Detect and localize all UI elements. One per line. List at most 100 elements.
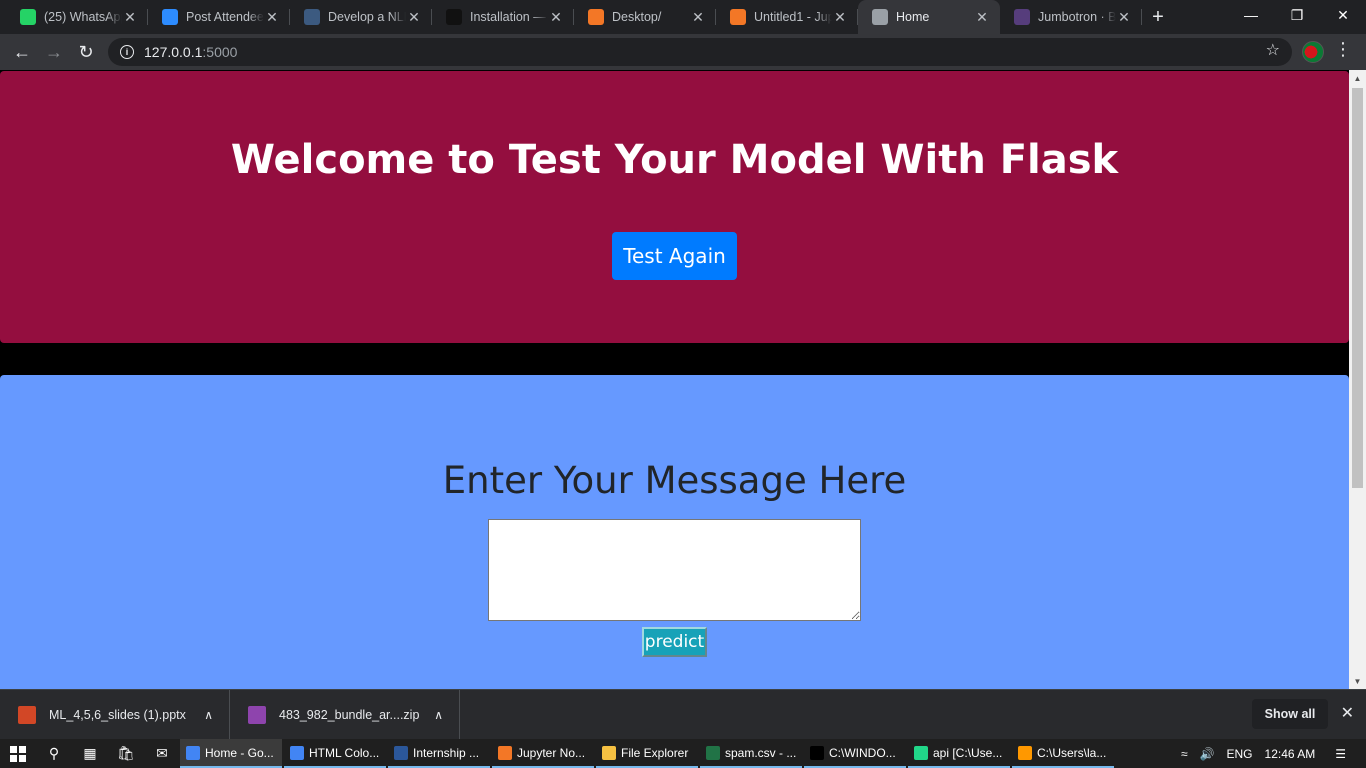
browser-tab[interactable]: Develop a NLP ✕ — [290, 0, 432, 34]
notifications-icon[interactable]: ☰ — [1335, 747, 1346, 761]
installation-icon — [446, 9, 462, 25]
chevron-up-icon[interactable]: ∧ — [204, 708, 213, 722]
page-title: Welcome to Test Your Model With Flask — [230, 137, 1119, 183]
tab-close-icon[interactable]: ✕ — [690, 9, 706, 26]
volume-icon[interactable]: 🔊 — [1200, 747, 1215, 761]
bootstrap-icon — [1014, 9, 1030, 25]
forward-icon[interactable]: → — [38, 36, 70, 68]
chevron-up-icon[interactable]: ∧ — [434, 708, 443, 722]
url-host: 127.0.0.1 — [144, 44, 203, 60]
message-textarea[interactable] — [488, 519, 861, 621]
tab-close-icon[interactable]: ✕ — [1116, 9, 1132, 26]
tab-title: Untitled1 - Jup — [754, 10, 832, 24]
new-tab-button[interactable]: + — [1142, 0, 1174, 34]
close-shelf-icon[interactable]: ✕ — [1341, 703, 1354, 723]
predict-button[interactable]: predict — [642, 627, 707, 657]
restore-icon[interactable]: ❐ — [1274, 0, 1320, 30]
close-window-icon[interactable]: ✕ — [1320, 0, 1366, 30]
download-filename: ML_4,5,6_slides (1).pptx — [49, 707, 186, 722]
tab-close-icon[interactable]: ✕ — [122, 9, 138, 26]
browser-toolbar: ← → ↻ i 127.0.0.1:5000 ☆ ⋮ — [0, 34, 1366, 70]
taskbar-app[interactable]: C:\Users\la... — [1012, 739, 1114, 768]
windows-start-icon[interactable] — [0, 739, 36, 768]
taskbar-app[interactable]: Internship ... — [388, 739, 490, 768]
taskbar-app-label: spam.csv - ... — [725, 745, 797, 760]
pycharm-icon — [914, 745, 928, 760]
tab-close-icon[interactable]: ✕ — [974, 9, 990, 26]
window-controls: — ❐ ✕ — [1228, 0, 1366, 30]
download-shelf: ML_4,5,6_slides (1).pptx ∧ 483_982_bundle_… — [0, 689, 1366, 740]
zoom-icon — [162, 9, 178, 25]
tab-close-icon[interactable]: ✕ — [406, 9, 422, 26]
bookmark-star-icon[interactable]: ☆ — [1266, 40, 1280, 60]
word-icon — [394, 745, 408, 760]
taskbar-app-label: HTML Colo... — [309, 745, 380, 760]
address-bar[interactable]: i 127.0.0.1:5000 — [108, 38, 1292, 66]
sublime-icon — [1018, 745, 1032, 760]
browser-tab[interactable]: (25) WhatsApp ✕ — [6, 0, 148, 34]
tab-close-icon[interactable]: ✕ — [264, 9, 280, 26]
minimize-icon[interactable]: — — [1228, 0, 1274, 30]
info-icon[interactable]: i — [120, 45, 134, 59]
store-icon[interactable]: 🛍 — [108, 739, 144, 768]
clock[interactable]: 12:46 AM — [1265, 747, 1316, 761]
jupyter-icon — [498, 745, 512, 760]
tds-icon — [304, 9, 320, 25]
tab-title: Desktop/ — [612, 10, 662, 24]
download-item[interactable]: ML_4,5,6_slides (1).pptx ∧ — [0, 689, 230, 740]
network-icon[interactable]: ≈ — [1181, 747, 1188, 761]
excel-icon — [706, 745, 720, 760]
browser-tab[interactable]: Untitled1 - Jup ✕ — [716, 0, 858, 34]
scrollbar-thumb[interactable] — [1352, 88, 1363, 488]
windows-taskbar: ⚲ ▦ 🛍 ✉ Home - Go... HTML Colo... Internsh… — [0, 739, 1366, 768]
taskbar-app-label: C:\WINDO... — [829, 745, 896, 760]
taskbar-app-label: Home - Go... — [205, 745, 274, 760]
tab-title: Installation — — [470, 10, 546, 24]
taskbar-app[interactable]: api [C:\Use... — [908, 739, 1010, 768]
language-indicator[interactable]: ENG — [1227, 747, 1253, 761]
search-icon[interactable]: ⚲ — [36, 739, 72, 768]
task-view-icon[interactable]: ▦ — [72, 739, 108, 768]
jupyter-icon — [588, 9, 604, 25]
browser-tab[interactable]: Jumbotron · B ✕ — [1000, 0, 1142, 34]
scroll-down-icon[interactable]: ▼ — [1349, 673, 1366, 689]
test-again-button[interactable]: Test Again — [612, 232, 737, 280]
show-all-button[interactable]: Show all — [1252, 699, 1328, 729]
reload-icon[interactable]: ↻ — [70, 36, 102, 68]
browser-tab[interactable]: Desktop/ ✕ — [574, 0, 716, 34]
browser-tab[interactable]: Post Attendee ✕ — [148, 0, 290, 34]
scroll-up-icon[interactable]: ▲ — [1349, 70, 1366, 86]
download-item[interactable]: 483_982_bundle_ar....zip ∧ — [230, 689, 460, 740]
taskbar-app-label: File Explorer — [621, 745, 689, 760]
browser-tab[interactable]: Home ✕ — [858, 0, 1000, 34]
page-scrollbar[interactable]: ▲ ▼ — [1349, 70, 1366, 689]
tab-close-icon[interactable]: ✕ — [832, 9, 848, 26]
url-port: :5000 — [202, 44, 238, 60]
cmd-icon — [810, 745, 824, 760]
taskbar-app[interactable]: File Explorer — [596, 739, 698, 768]
chrome-icon — [186, 745, 200, 760]
taskbar-app-label: C:\Users\la... — [1037, 745, 1107, 760]
archive-icon — [248, 705, 266, 724]
tab-title: Home — [896, 10, 930, 24]
menu-kebab-icon[interactable]: ⋮ — [1334, 40, 1352, 58]
tab-title: (25) WhatsApp — [44, 10, 122, 24]
mail-icon[interactable]: ✉ — [144, 739, 180, 768]
taskbar-app[interactable]: Jupyter No... — [492, 739, 594, 768]
powerpoint-icon — [18, 705, 36, 724]
profile-avatar[interactable] — [1302, 41, 1324, 63]
back-icon[interactable]: ← — [6, 36, 38, 68]
message-heading: Enter Your Message Here — [442, 459, 907, 502]
chrome-icon — [290, 745, 304, 760]
tab-title: Post Attendee — [186, 10, 264, 24]
taskbar-app[interactable]: C:\WINDO... — [804, 739, 906, 768]
taskbar-app[interactable]: HTML Colo... — [284, 739, 386, 768]
taskbar-app[interactable]: Home - Go... — [180, 739, 282, 768]
browser-tab[interactable]: Installation — ✕ — [432, 0, 574, 34]
tab-close-icon[interactable]: ✕ — [548, 9, 564, 26]
taskbar-app[interactable]: spam.csv - ... — [700, 739, 802, 768]
whatsapp-icon — [20, 9, 36, 25]
message-form-jumbotron: Enter Your Message Here predict — [0, 375, 1349, 689]
taskbar-app-label: Jupyter No... — [517, 745, 586, 760]
tab-title: Develop a NLP — [328, 10, 406, 24]
